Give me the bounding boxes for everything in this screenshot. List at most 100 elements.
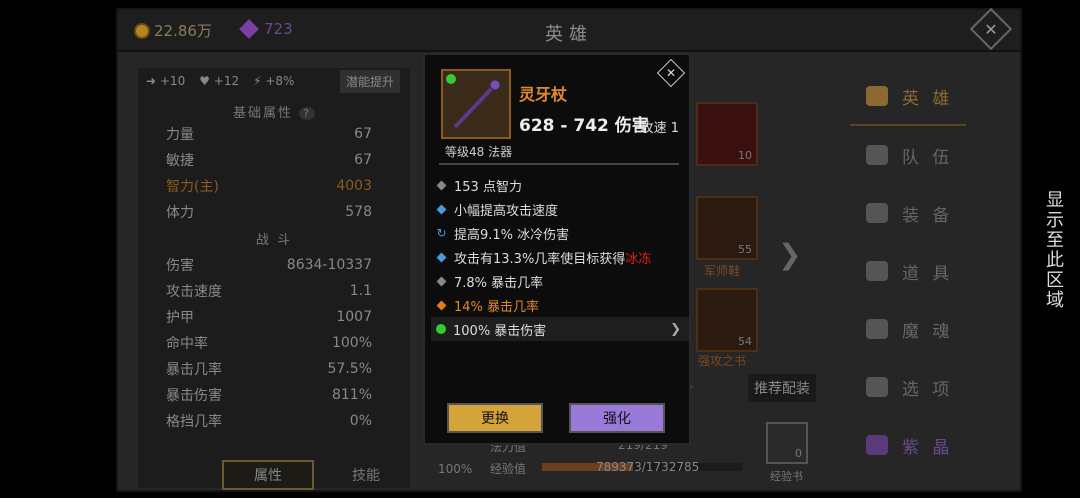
exp-book-slot[interactable]: 0 [766,422,808,464]
tab-skills[interactable]: 技能 [320,460,412,490]
hero-icon [866,86,888,106]
buff-attack: ➜ +10 [146,74,186,88]
menu-label: 装 备 [902,205,954,226]
buff-speed-value: +8% [265,74,295,88]
boots-label: 军师鞋 [704,264,741,278]
stat-label: 智力(主) [166,179,219,195]
stat-label: 暴击几率 [166,362,222,378]
stat-label: 体力 [166,205,194,221]
stat-label: 伤害 [166,258,194,274]
attr-row: ↻ 提高9.1% 冰冷伤害 [431,221,689,245]
stat-row-primary: 智力(主) 4003 [138,173,410,199]
potential-button[interactable]: 潜能提升 [339,69,400,93]
stat-value: 811% [331,387,372,403]
stat-row: 暴击几率 57.5% [138,356,410,382]
attr-text: 小幅提高攻击速度 [454,203,559,219]
chevron-right-icon[interactable]: ❯ [778,238,801,271]
stat-label: 暴击伤害 [166,388,222,404]
item-damage: 628 - 742 伤害 [519,116,649,136]
diamond-bullet-icon [436,252,447,262]
close-icon: ✕ [984,19,998,39]
percent-label: 100% [438,462,473,476]
stat-value: 8634-10337 [286,257,372,273]
base-title: 基础属性 [233,106,294,121]
stat-label: 护甲 [166,310,194,326]
stat-value: 1007 [336,309,372,325]
stat-value: 578 [345,204,372,220]
menu-items[interactable]: 道 具 [850,242,966,300]
recommend-button[interactable]: 推荐配装 [748,374,816,402]
stat-row: 格挡几率 0% [138,408,410,434]
menu-label: 选 项 [902,379,954,400]
right-menu: 英 雄 队 伍 装 备 道 具 魔 魂 选 项 紫 晶 [850,68,966,474]
stats-panel: ➜ +10 ♥ +12 ⚡ +8% 潜能提升 基础属性 ? 力量 67 敏捷 67 … [138,68,412,490]
attr-text: 7.8% 暴击几率 [454,275,544,291]
stat-row: 命中率 100% [138,330,410,356]
helmet-icon [866,203,888,223]
boots-slot[interactable]: 55 [696,196,758,260]
attr-text: 100% 暴击伤害 [453,323,547,339]
menu-label: 道 具 [902,263,954,284]
page-title: 英雄 [545,24,593,45]
help-icon[interactable]: ? [299,107,315,120]
menu-hero[interactable]: 英 雄 [850,68,966,126]
divider [439,163,679,165]
slot-count: 0 [795,447,802,460]
diamond-bullet-icon [436,180,447,190]
menu-label: 英 雄 [902,88,954,109]
item-speed: 攻速 1 [640,121,679,136]
menu-crystal[interactable]: 紫 晶 [850,416,966,474]
diamond-bullet-icon [436,204,447,214]
stat-label: 敏捷 [166,153,194,169]
green-gem-icon [436,324,446,334]
stat-value: 67 [354,152,372,168]
attr-text-main: 攻击有13.3%几率使目标获得 [454,251,626,267]
attr-text: 攻击有13.3%几率使目标获得冰冻 [454,248,651,267]
cycle-icon: ↻ [436,226,447,240]
slot-count: 55 [738,243,752,256]
flame-icon [866,319,888,339]
menu-soul[interactable]: 魔 魂 [850,300,966,358]
attr-row: 攻击有13.3%几率使目标获得冰冻 [431,245,689,269]
stat-value: 57.5% [327,361,372,377]
chevron-right-icon: ❯ [670,321,681,337]
stat-label: 命中率 [166,336,208,352]
item-attributes: 153 点智力 小幅提高攻击速度 ↻ 提高9.1% 冰冷伤害 攻击有13.3%几率… [431,173,689,341]
helmet-slot[interactable]: 10 [696,102,758,166]
flag-icon [866,145,888,165]
buff-attack-value: +10 [159,74,186,88]
base-attributes-header: 基础属性 ? [138,102,410,121]
attr-text: 153 点智力 [454,179,522,195]
enhance-button[interactable]: 强化 [569,403,665,433]
freeze-text: 冰冻 [625,251,652,267]
stat-label: 力量 [166,127,194,143]
replace-button[interactable]: 更换 [447,403,543,433]
stat-row: 攻击速度 1.1 [138,278,410,304]
book-slot[interactable]: 54 [696,288,758,352]
item-level: 等级48 法器 [445,145,513,159]
popup-close-button[interactable]: ✕ [656,58,686,88]
menu-label: 魔 魂 [902,321,954,342]
popup-buttons: 更换 强化 [447,403,665,433]
tab-attributes[interactable]: 属性 [222,460,314,490]
buff-health-value: +12 [213,74,240,88]
menu-equipment[interactable]: 装 备 [850,184,966,242]
stat-row: 体力 578 [138,199,410,225]
stat-value: 1.1 [349,283,372,299]
book-label: 强攻之书 [698,354,747,368]
staff-icon [441,69,511,139]
crystal-icon [866,435,888,455]
combat-header: 战 斗 [255,233,293,248]
side-hint-text: 显示至此区域 [1043,190,1064,310]
attr-text: 14% 暴击几率 [454,299,540,315]
slot-level: 10 [738,149,752,162]
buff-row: ➜ +10 ♥ +12 ⚡ +8% 潜能提升 [138,68,410,94]
menu-label: 队 伍 [902,147,954,168]
bag-icon [866,261,888,281]
menu-team[interactable]: 队 伍 [850,126,966,184]
diamond-bullet-icon [436,276,447,286]
stat-value: 4003 [336,178,372,194]
menu-options[interactable]: 选 项 [850,358,966,416]
attr-row-gem[interactable]: 100% 暴击伤害 ❯ [431,317,689,341]
stat-value: 0% [349,413,372,429]
